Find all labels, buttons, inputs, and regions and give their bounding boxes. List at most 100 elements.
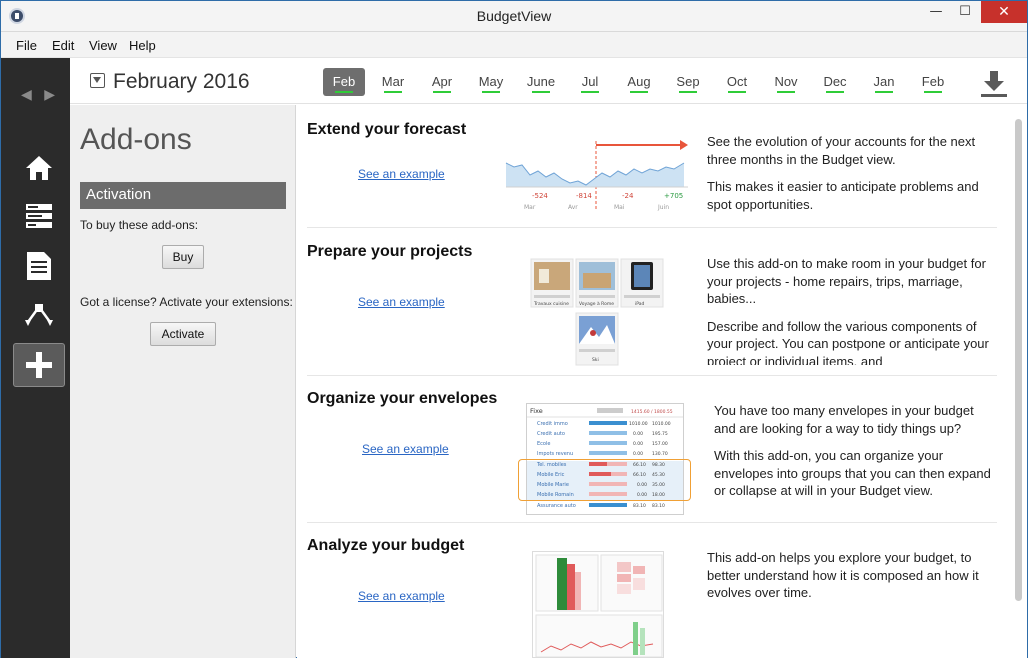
description-paragraph: This makes it easier to anticipate probl… — [707, 179, 979, 212]
scrollbar-thumb[interactable] — [1015, 119, 1022, 601]
forecast-month-label: Mar — [524, 204, 536, 211]
app-window: BudgetView — ☐ ✕ File Edit View Help ◀ ▶ — [0, 0, 1028, 658]
current-month-title[interactable]: February 2016 — [113, 70, 250, 94]
addons-content: Extend your forecast See an example -524… — [297, 105, 1011, 658]
month-label: June — [526, 74, 556, 89]
sidebar-item-categorize[interactable] — [13, 294, 65, 338]
section-description-projects: Use this add-on to make room in your bud… — [707, 255, 992, 365]
description-paragraph: With this add-on, you can organize your … — [714, 448, 991, 498]
menu-view[interactable]: View — [89, 38, 117, 53]
envelope-row: Credit auto 0.00 195.75 — [537, 431, 668, 437]
see-example-link-projects[interactable]: See an example — [358, 295, 445, 309]
envelope-value: 0.00 — [633, 451, 643, 457]
content-scrollbar[interactable] — [1011, 105, 1027, 658]
month-tab[interactable]: Apr — [421, 68, 463, 96]
envelope-value: 0.00 — [633, 441, 643, 447]
menu-edit[interactable]: Edit — [52, 38, 74, 53]
month-label: Oct — [726, 74, 748, 89]
section-divider — [307, 522, 997, 523]
month-tab[interactable]: Dec — [814, 68, 856, 96]
addons-panel: Add-ons Activation To buy these add-ons:… — [70, 105, 296, 658]
project-label: Ski — [592, 357, 599, 363]
month-label: Mar — [381, 74, 405, 89]
month-tab[interactable]: Jan — [863, 68, 905, 96]
section-description-forecast: See the evolution of your accounts for t… — [707, 133, 992, 223]
month-tab[interactable]: Mar — [372, 68, 414, 96]
section-divider — [307, 227, 997, 228]
month-label: Aug — [627, 74, 651, 89]
add-icon — [26, 352, 52, 378]
month-label: Nov — [774, 74, 798, 89]
projects-preview-grid: Travaux cuisine Voyage à Rome iPad Ski — [530, 258, 664, 366]
menu-file[interactable]: File — [16, 38, 37, 53]
menu-help[interactable]: Help — [129, 38, 156, 53]
envelope-value: 157.00 — [652, 441, 668, 447]
envelope-row: Impots revenu 0.00 130.70 — [537, 451, 668, 457]
title-bar: BudgetView — ☐ ✕ — [1, 1, 1027, 32]
forecast-month-label: Mai — [614, 204, 625, 211]
month-tab[interactable]: Oct — [716, 68, 758, 96]
forecast-month-label: Avr — [568, 204, 578, 211]
activation-header: Activation — [80, 182, 286, 209]
sidebar-item-transactions[interactable] — [13, 244, 65, 288]
month-tab[interactable]: Jul — [569, 68, 611, 96]
home-icon — [26, 156, 52, 180]
section-description-envelopes: You have too many envelopes in your budg… — [714, 402, 994, 510]
month-tab[interactable]: Feb — [323, 68, 365, 96]
sidebar-item-home[interactable] — [13, 146, 65, 190]
envelope-group-label: Fixe — [530, 407, 543, 415]
see-example-link-envelopes[interactable]: See an example — [362, 442, 449, 456]
see-example-link-forecast[interactable]: See an example — [358, 167, 445, 181]
month-label: Dec — [823, 74, 847, 89]
month-tab[interactable]: Aug — [618, 68, 660, 96]
analyze-preview-image — [532, 551, 664, 658]
envelope-value: 83.10 — [633, 503, 646, 509]
forecast-value-label: -24 — [622, 192, 634, 200]
sidebar-item-addons[interactable] — [13, 343, 65, 387]
month-label: Feb — [332, 74, 356, 89]
project-label: Travaux cuisine — [533, 301, 569, 307]
envelope-label: Impots revenu — [537, 451, 573, 457]
minimize-button[interactable]: — — [922, 1, 950, 23]
see-example-link-analyze[interactable]: See an example — [358, 589, 445, 603]
envelope-group-highlight — [518, 459, 691, 501]
envelope-value: 195.75 — [652, 431, 668, 437]
section-divider — [307, 375, 997, 376]
month-label: May — [478, 74, 504, 89]
envelope-value: 83.10 — [652, 503, 665, 509]
envelope-value: 1010.00 — [629, 421, 648, 427]
forecast-value-label: +705 — [664, 192, 683, 200]
buy-button[interactable]: Buy — [162, 245, 204, 269]
month-label: Jul — [581, 74, 599, 89]
description-paragraph: Use this add-on to make room in your bud… — [707, 256, 986, 306]
month-tab[interactable]: Nov — [765, 68, 807, 96]
project-label: iPad — [635, 301, 645, 307]
forecast-value-label: -814 — [576, 192, 592, 200]
maximize-button[interactable]: ☐ — [951, 1, 979, 23]
month-tab[interactable]: May — [470, 68, 512, 96]
envelope-group-values: 1415.60 / 1800.55 — [631, 409, 673, 415]
description-paragraph: You have too many envelopes in your budg… — [714, 403, 974, 436]
activate-button[interactable]: Activate — [150, 322, 216, 346]
month-tab[interactable]: Sep — [667, 68, 709, 96]
section-description-analyze: This add-on helps you explore your budge… — [707, 549, 992, 612]
close-button[interactable]: ✕ — [981, 1, 1027, 23]
month-tab[interactable]: June — [520, 68, 562, 96]
description-paragraph: Describe and follow the various componen… — [707, 318, 989, 366]
history-nav-arrows[interactable]: ◀ ▶ — [21, 87, 59, 103]
envelope-label: Assurance auto — [537, 503, 576, 509]
forecast-preview-chart: -524 -814 -24 +705 Mar Avr Mai Juin — [505, 140, 688, 211]
projects-preview-image: Travaux cuisine Voyage à Rome iPad Ski — [529, 257, 665, 367]
description-paragraph: This add-on helps you explore your budge… — [707, 550, 979, 600]
section-title-projects: Prepare your projects — [307, 243, 473, 260]
license-text: Got a license? Activate your extensions: — [80, 295, 293, 309]
month-tab[interactable]: Feb — [912, 68, 954, 96]
envelope-value: 130.70 — [652, 451, 668, 457]
section-title-envelopes: Organize your envelopes — [307, 390, 498, 407]
month-dropdown-icon[interactable] — [90, 73, 105, 88]
download-icon[interactable] — [980, 70, 1008, 98]
sidebar-item-accounts[interactable] — [13, 194, 65, 238]
envelope-row: Credit immo 1010.00 1010.00 — [537, 421, 671, 427]
envelope-label: Ecole — [537, 441, 550, 447]
accounts-icon — [26, 204, 52, 228]
